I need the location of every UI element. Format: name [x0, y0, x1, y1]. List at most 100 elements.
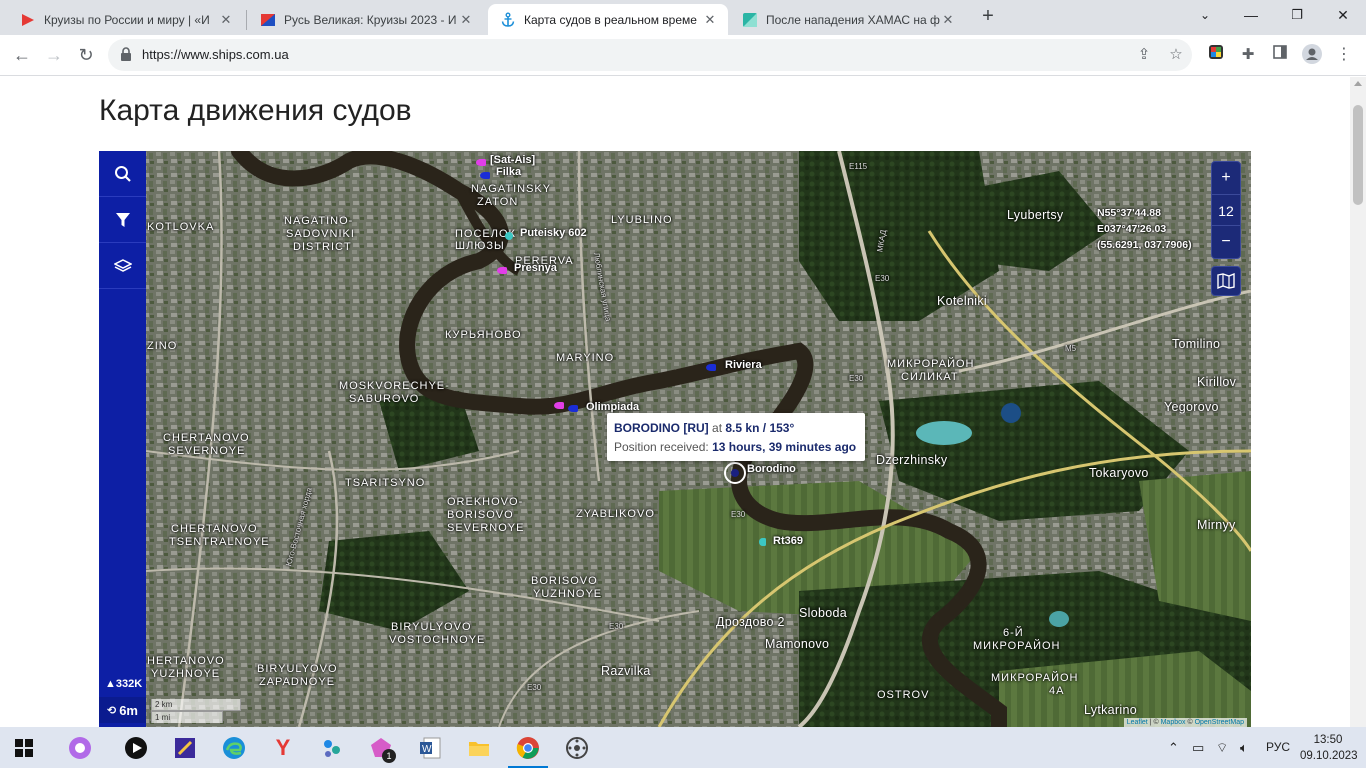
popup-at: at — [712, 421, 723, 435]
side-panel-icon[interactable] — [1269, 44, 1291, 66]
filter-button[interactable] — [99, 197, 146, 243]
ship-label[interactable]: Presnya — [514, 262, 557, 274]
extensions-puzzle-icon[interactable]: ✚ — [1237, 44, 1259, 66]
extension-colorful-icon[interactable] — [1205, 44, 1227, 66]
teal-square-icon — [743, 12, 757, 27]
ship-marker[interactable] — [480, 172, 490, 179]
close-icon[interactable]: ✕ — [940, 12, 956, 28]
back-button[interactable]: ← — [8, 41, 36, 69]
notification-badge: 1 — [382, 749, 396, 763]
system-clock[interactable]: 13:50 09.10.2023 — [1300, 732, 1358, 764]
taskbar-app-settings[interactable] — [557, 731, 597, 765]
refresh-timer[interactable]: ⟲ 6m — [99, 697, 146, 723]
ship-marker[interactable] — [554, 402, 564, 409]
layers-button[interactable] — [99, 243, 146, 289]
zoom-out-button[interactable]: − — [1212, 226, 1240, 258]
mapbox-link[interactable]: Mapbox — [1161, 719, 1186, 726]
bookmark-star-icon[interactable]: ☆ — [1166, 45, 1186, 65]
map-label: SEVERNOYE — [447, 522, 525, 534]
city-label: Lytkarino — [1084, 703, 1137, 717]
share-icon[interactable]: ⇪ — [1134, 45, 1154, 65]
city-label: Dzerzhinsky — [876, 453, 948, 467]
filter-funnel-icon — [115, 212, 130, 227]
ship-label[interactable]: Rt369 — [773, 535, 803, 547]
map-label: ZATON — [477, 196, 519, 208]
city-label: Kotelniki — [937, 294, 987, 308]
city-label: Mamonovo — [765, 637, 830, 651]
ship-label[interactable]: Borodino — [747, 463, 796, 475]
taskbar-app-alice[interactable] — [60, 731, 100, 765]
page-content: Карта движения судов NAGATINSKY ZATON NA… — [0, 77, 1350, 727]
zoom-control: + 12 − — [1211, 161, 1241, 259]
reload-button[interactable]: ↻ — [72, 41, 100, 69]
ship-marker[interactable] — [505, 232, 513, 240]
taskbar-app-yandex[interactable]: Y — [263, 731, 303, 765]
page-scrollbar[interactable] — [1350, 77, 1366, 727]
input-language[interactable]: РУС — [1266, 740, 1290, 754]
road-label: M5 — [1065, 344, 1077, 353]
tray-overflow-chevron-icon[interactable]: ⌃ — [1168, 740, 1179, 756]
ship-marker[interactable] — [568, 405, 578, 412]
volume-speaker-icon[interactable]: 🔈︎ — [1240, 740, 1248, 756]
window-close-button[interactable]: ✕ — [1320, 0, 1366, 30]
start-button[interactable] — [4, 731, 44, 765]
search-button[interactable] — [99, 151, 146, 197]
browser-toolbar: ← → ↻ https://www.ships.com.ua ⇪ ☆ ✚ ⋮ — [0, 35, 1366, 76]
taskbar-app-gem[interactable]: 1 — [361, 731, 401, 765]
close-icon[interactable]: ✕ — [458, 12, 474, 28]
scrollbar-thumb[interactable] — [1353, 105, 1363, 205]
close-icon[interactable]: ✕ — [218, 12, 234, 28]
osm-link[interactable]: OpenStreetMap — [1195, 719, 1244, 726]
tab-search-chevron-icon[interactable]: ⌄ — [1182, 0, 1228, 30]
network-wifi-icon[interactable]: ⌔ — [1216, 740, 1228, 756]
taskbar-app-notes[interactable] — [165, 731, 205, 765]
scroll-up-arrow-icon[interactable] — [1354, 81, 1362, 86]
ship-marker[interactable] — [476, 159, 486, 166]
ship-label[interactable]: Filka — [496, 166, 521, 178]
map-label: КУРЬЯНОВО — [445, 329, 522, 341]
yandex-y-icon: Y — [275, 735, 291, 760]
taskbar-app-edge[interactable] — [214, 731, 254, 765]
ship-label[interactable]: Puteisky 602 — [520, 227, 587, 239]
alice-assistant-icon — [69, 737, 91, 759]
refresh-icon: ⟲ — [106, 704, 117, 717]
ship-map[interactable]: NAGATINSKY ZATON NAGATINO- SADOVNIKI DIS… — [99, 151, 1251, 727]
ship-label[interactable]: Riviera — [725, 359, 762, 371]
close-icon[interactable]: ✕ — [702, 12, 718, 28]
ship-marker[interactable] — [497, 267, 507, 274]
tab-hamas-news[interactable]: После нападения ХАМАС на ф ✕ — [730, 4, 966, 35]
taskbar-app-chrome[interactable] — [508, 731, 548, 768]
tab-rus-velikaya[interactable]: Русь Великая: Круизы 2023 - И ✕ — [248, 4, 484, 35]
popup-ship-name[interactable]: BORODINO [RU] — [614, 421, 709, 435]
taskbar-app-explorer[interactable] — [459, 731, 499, 765]
battery-icon[interactable]: ▭ — [1192, 740, 1204, 756]
settings-dial-icon — [566, 737, 588, 759]
map-label: NAGATINSKY — [471, 183, 552, 195]
tab-ship-map[interactable]: Карта судов в реальном време ✕ — [488, 4, 728, 35]
address-bar[interactable]: https://www.ships.com.ua ⇪ ☆ — [108, 39, 1192, 71]
profile-avatar-icon[interactable] — [1301, 44, 1323, 66]
taskbar-app-word[interactable]: W — [410, 731, 450, 765]
menu-kebab-icon[interactable]: ⋮ — [1333, 44, 1355, 66]
leaflet-link[interactable]: Leaflet — [1127, 719, 1148, 726]
map-type-button[interactable] — [1211, 266, 1241, 296]
new-tab-button[interactable]: + — [976, 5, 1000, 29]
refresh-timer-label: 6m — [119, 702, 138, 718]
minimize-button[interactable]: — — [1228, 0, 1274, 30]
map-label: MOSKVORECHYE- — [339, 380, 450, 392]
restore-button[interactable]: ❐ — [1274, 0, 1320, 30]
ship-label[interactable]: Olimpiada — [586, 401, 639, 413]
ship-info-popup: BORODINO [RU] at 8.5 kn / 153° Position … — [607, 413, 865, 461]
zoom-in-button[interactable]: + — [1212, 162, 1240, 194]
tab-cruises[interactable]: Круизы по России и миру | «И ✕ — [8, 4, 244, 35]
url-text: https://www.ships.com.ua — [142, 47, 289, 62]
taskbar-app-network[interactable] — [312, 731, 352, 765]
ship-marker[interactable] — [759, 538, 766, 546]
selected-ship-marker[interactable] — [724, 462, 746, 484]
forward-button[interactable]: → — [40, 41, 68, 69]
taskbar-app-player[interactable] — [116, 731, 156, 765]
attrib-separator: | © — [1149, 719, 1159, 726]
ship-marker[interactable] — [706, 364, 716, 371]
ship-label[interactable]: [Sat-Ais] — [490, 154, 535, 166]
browser-tab-strip: Круизы по России и миру | «И ✕ Русь Вели… — [0, 0, 1366, 35]
